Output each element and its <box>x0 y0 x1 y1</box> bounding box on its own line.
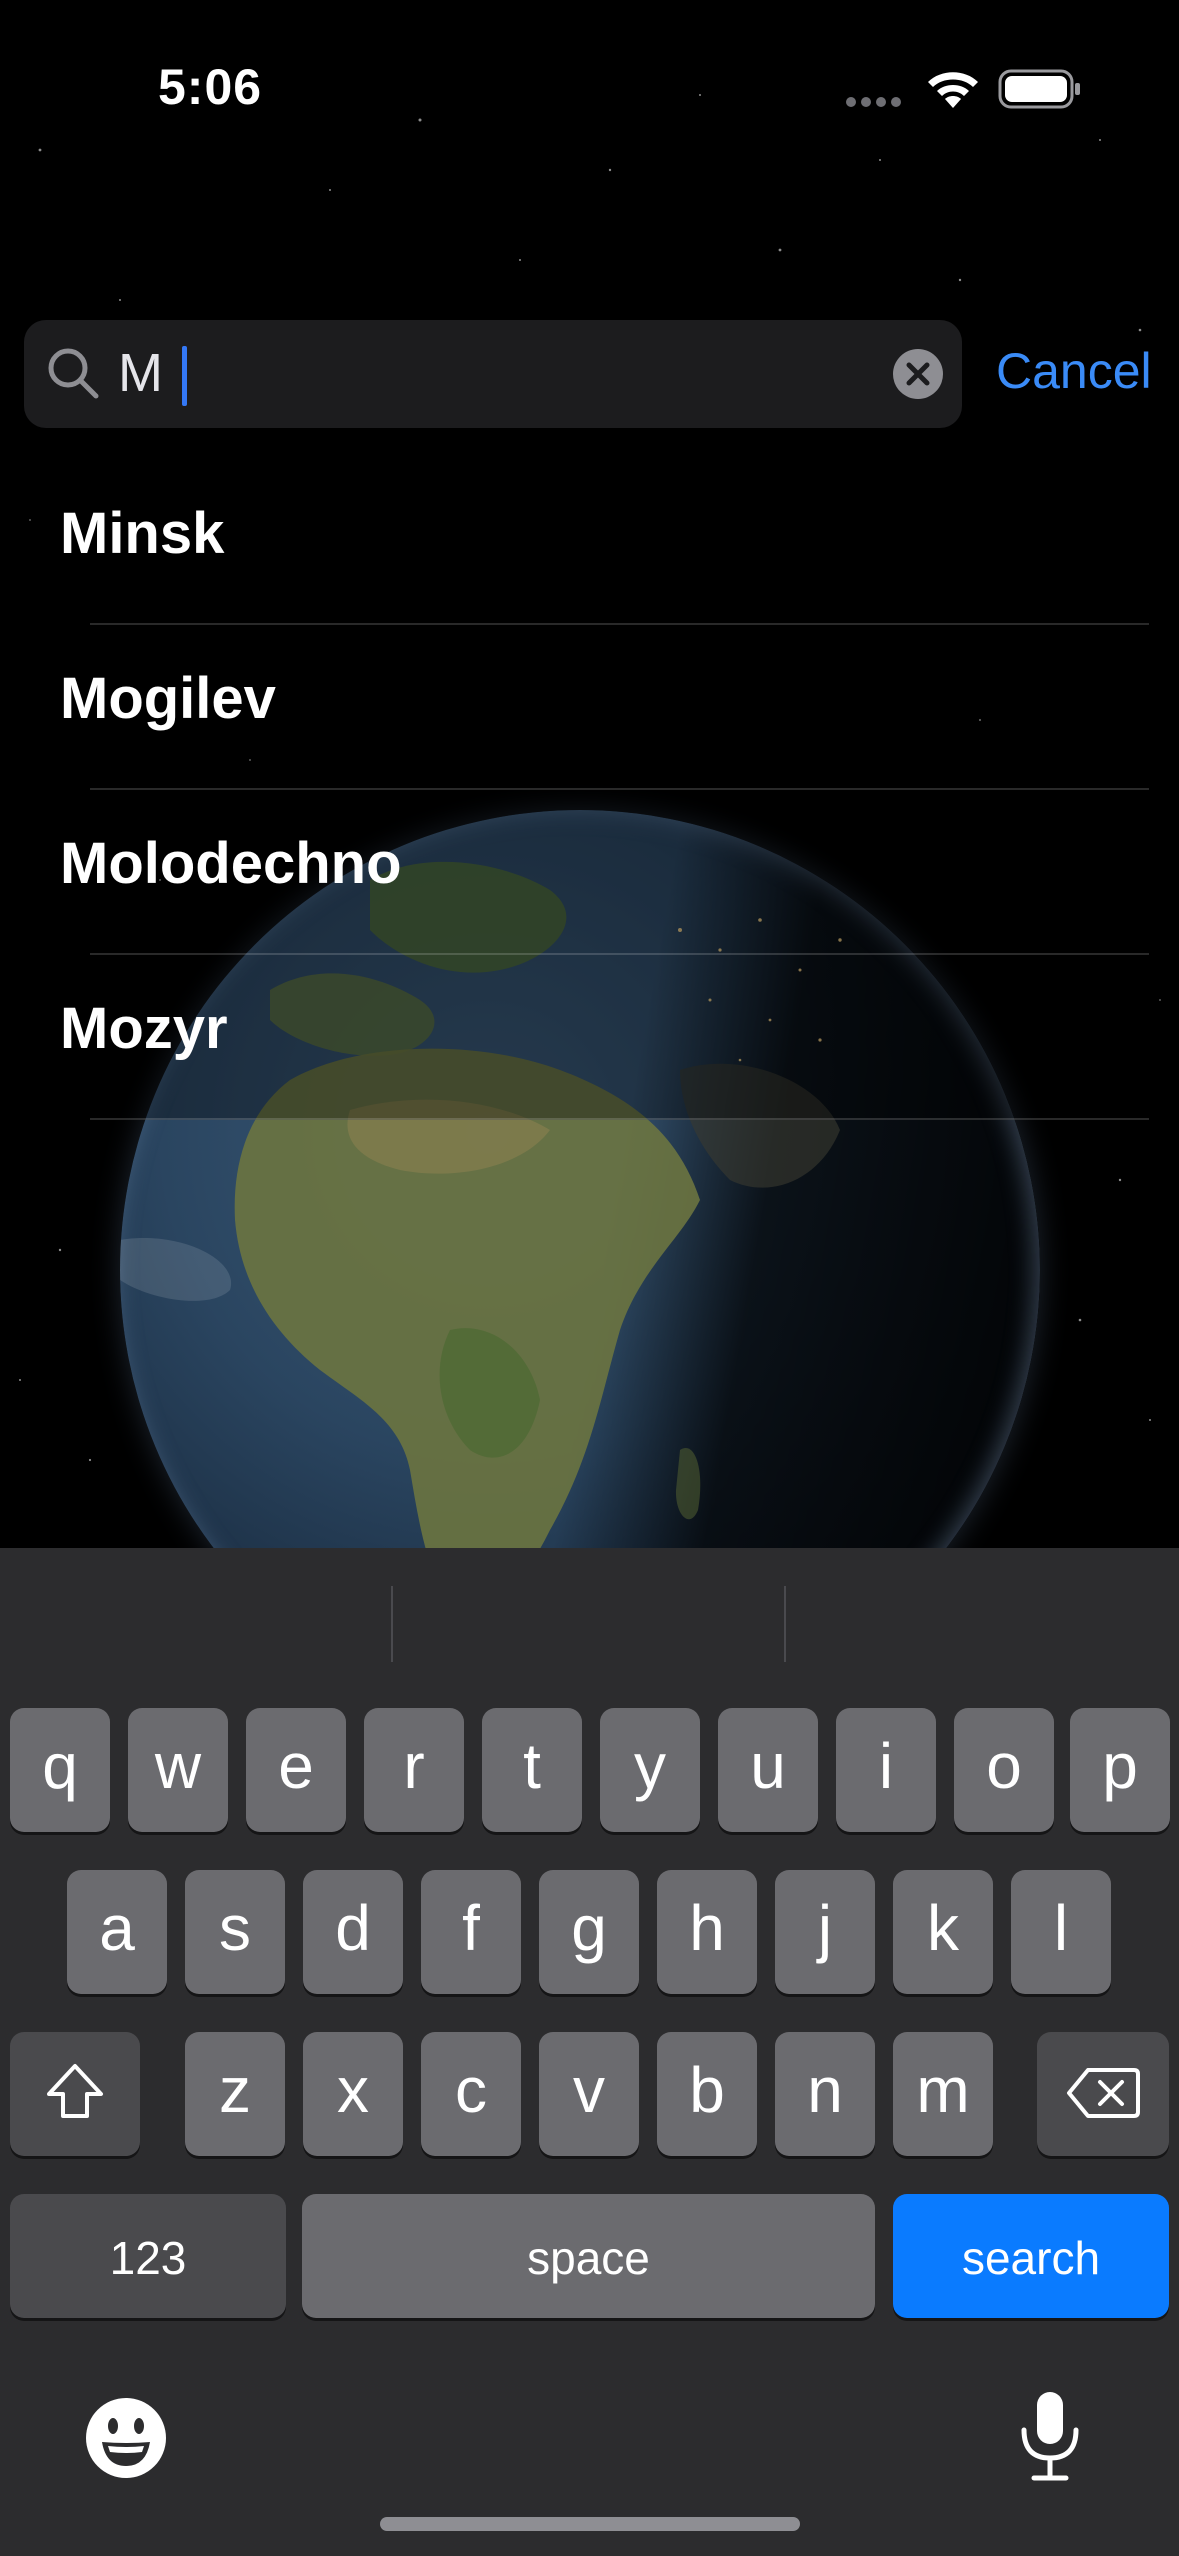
result-label: Minsk <box>60 501 225 566</box>
key-f[interactable]: f <box>421 1870 521 1994</box>
key-j[interactable]: j <box>775 1870 875 1994</box>
space-key[interactable]: space <box>302 2194 875 2318</box>
suggestion-divider <box>784 1586 786 1662</box>
battery-icon <box>998 69 1080 109</box>
search-key-label: search <box>961 2232 1101 2284</box>
key-s[interactable]: s <box>185 1870 285 1994</box>
search-icon <box>48 348 99 399</box>
key-w[interactable]: w <box>128 1708 228 1832</box>
key-u[interactable]: u <box>718 1708 818 1832</box>
numbers-key[interactable]: 123 <box>10 2194 286 2318</box>
space-key-label: space <box>527 2232 650 2284</box>
key-r[interactable]: r <box>364 1708 464 1832</box>
key-v[interactable]: v <box>539 2032 639 2156</box>
result-item-molodechno[interactable]: Molodechno <box>0 790 1179 955</box>
text-cursor <box>182 346 187 406</box>
key-n[interactable]: n <box>775 2032 875 2156</box>
screen: 5:06 M Cancel Minsk Mogilev Molodechno M… <box>0 0 1179 2556</box>
wifi-icon <box>928 72 978 108</box>
signal-dots-icon <box>846 97 901 107</box>
key-d[interactable]: d <box>303 1870 403 1994</box>
result-label: Mozyr <box>60 996 228 1061</box>
key-l[interactable]: l <box>1011 1870 1111 1994</box>
key-h[interactable]: h <box>657 1870 757 1994</box>
key-x[interactable]: x <box>303 2032 403 2156</box>
status-time: 5:06 <box>158 59 263 115</box>
result-label: Molodechno <box>60 831 402 896</box>
key-z[interactable]: z <box>185 2032 285 2156</box>
key-c[interactable]: c <box>421 2032 521 2156</box>
numbers-key-label: 123 <box>109 2232 187 2284</box>
key-i[interactable]: i <box>836 1708 936 1832</box>
shift-key[interactable] <box>10 2032 140 2156</box>
key-k[interactable]: k <box>893 1870 993 1994</box>
key-t[interactable]: t <box>482 1708 582 1832</box>
microphone-icon[interactable] <box>1018 2390 1082 2482</box>
search-input[interactable]: M <box>118 342 163 404</box>
cancel-button[interactable]: Cancel <box>996 342 1152 400</box>
shift-icon <box>47 2064 103 2118</box>
emoji-icon[interactable] <box>84 2396 168 2480</box>
key-b[interactable]: b <box>657 2032 757 2156</box>
key-y[interactable]: y <box>600 1708 700 1832</box>
result-label: Mogilev <box>60 666 276 731</box>
search-key[interactable]: search <box>893 2194 1169 2318</box>
key-m[interactable]: m <box>893 2032 993 2156</box>
result-item-mogilev[interactable]: Mogilev <box>0 625 1179 790</box>
key-p[interactable]: p <box>1070 1708 1170 1832</box>
result-item-minsk[interactable]: Minsk <box>0 460 1179 625</box>
suggestion-divider <box>391 1586 393 1662</box>
clear-text-icon[interactable] <box>891 347 945 401</box>
key-a[interactable]: a <box>67 1870 167 1994</box>
key-o[interactable]: o <box>954 1708 1054 1832</box>
divider <box>90 1118 1149 1120</box>
backspace-key[interactable] <box>1037 2032 1169 2156</box>
search-field[interactable]: M <box>24 320 962 428</box>
keyboard: q w e r t y u i o p a s d f g h j k l z … <box>0 1548 1179 2556</box>
key-e[interactable]: e <box>246 1708 346 1832</box>
result-item-mozyr[interactable]: Mozyr <box>0 955 1179 1120</box>
backspace-icon <box>1067 2068 1140 2118</box>
key-g[interactable]: g <box>539 1870 639 1994</box>
key-q[interactable]: q <box>10 1708 110 1832</box>
home-indicator[interactable] <box>380 2517 800 2531</box>
